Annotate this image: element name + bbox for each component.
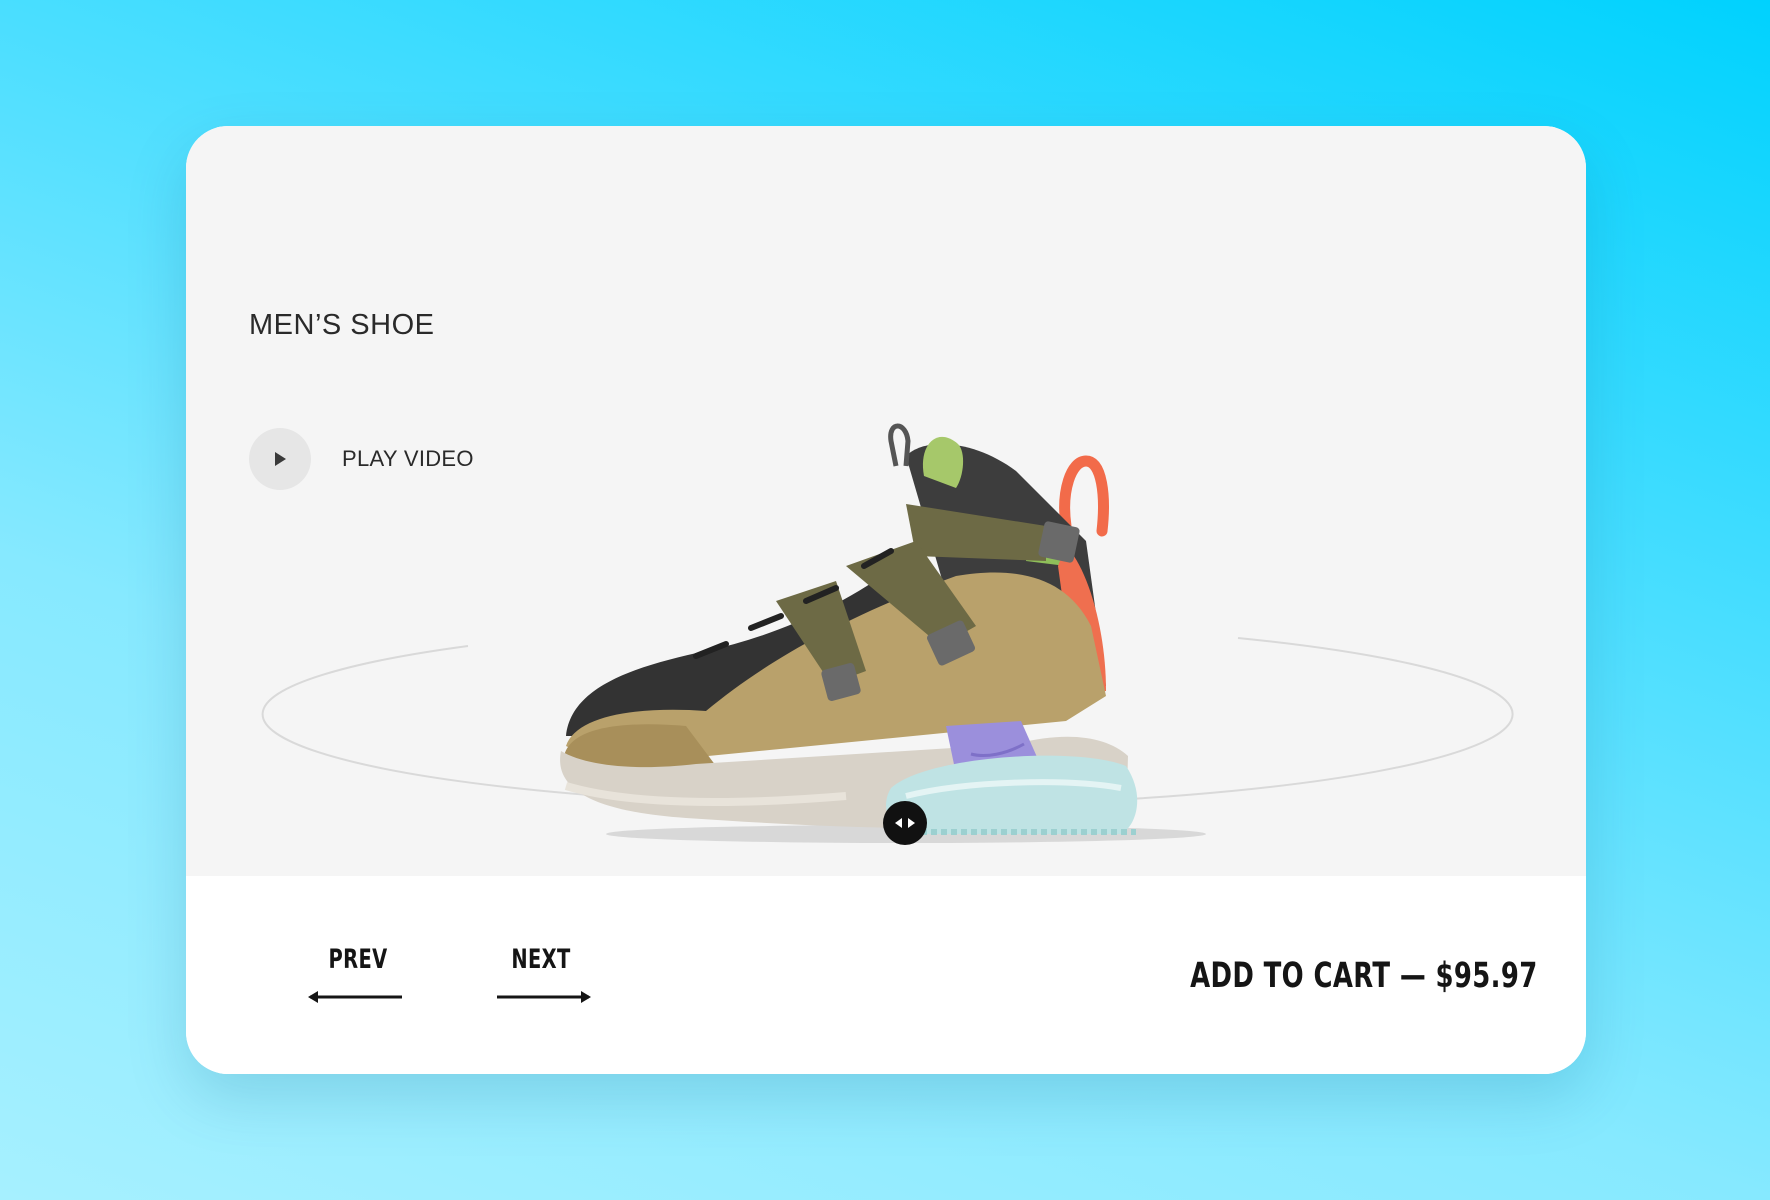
- prev-button[interactable]: PREV: [308, 944, 408, 1005]
- prev-label: PREV: [328, 944, 388, 975]
- play-video-button[interactable]: PLAY VIDEO: [249, 428, 474, 490]
- rotate-handle[interactable]: [883, 801, 927, 845]
- left-right-arrows-icon: [895, 818, 915, 828]
- play-icon[interactable]: [249, 428, 311, 490]
- product-footer: PREV NEXT ADD TO CART — $95.97: [186, 876, 1586, 1074]
- product-type-label: MEN’S SHOE: [249, 309, 435, 341]
- arrow-right-icon: [497, 991, 591, 1003]
- next-button[interactable]: NEXT: [491, 944, 591, 1005]
- add-to-cart-button[interactable]: ADD TO CART — $95.97: [1190, 956, 1538, 996]
- product-viewer: MEN’S SHOE PLAY VIDEO: [186, 126, 1586, 876]
- next-label: NEXT: [511, 944, 571, 975]
- product-card: MEN’S SHOE PLAY VIDEO PREV NEXT ADD TO C…: [186, 126, 1586, 1074]
- shoe-image: [560, 423, 1206, 843]
- play-video-label: PLAY VIDEO: [342, 446, 474, 471]
- arrow-left-icon: [308, 991, 402, 1003]
